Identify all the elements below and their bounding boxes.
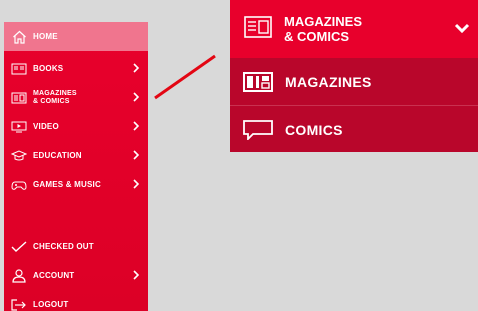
submenu-item-label: MAGAZINES	[285, 73, 372, 90]
chevron-down-icon[interactable]	[454, 20, 470, 38]
submenu-item-magazines[interactable]: MAGAZINES	[230, 58, 478, 105]
submenu-item-label: COMICS	[285, 121, 343, 138]
submenu-item-comics[interactable]: COMICS	[230, 106, 478, 152]
submenu-header-label: MAGAZINES & COMICS	[284, 14, 362, 44]
submenu-popup: MAGAZINES & COMICS MAGAZINES COMICS	[230, 0, 478, 152]
magazine-layout-icon	[243, 71, 273, 92]
submenu-header-magazines-comics[interactable]: MAGAZINES & COMICS	[230, 0, 478, 58]
speech-bubble-icon	[243, 119, 273, 140]
magazines-comics-icon	[244, 15, 272, 43]
